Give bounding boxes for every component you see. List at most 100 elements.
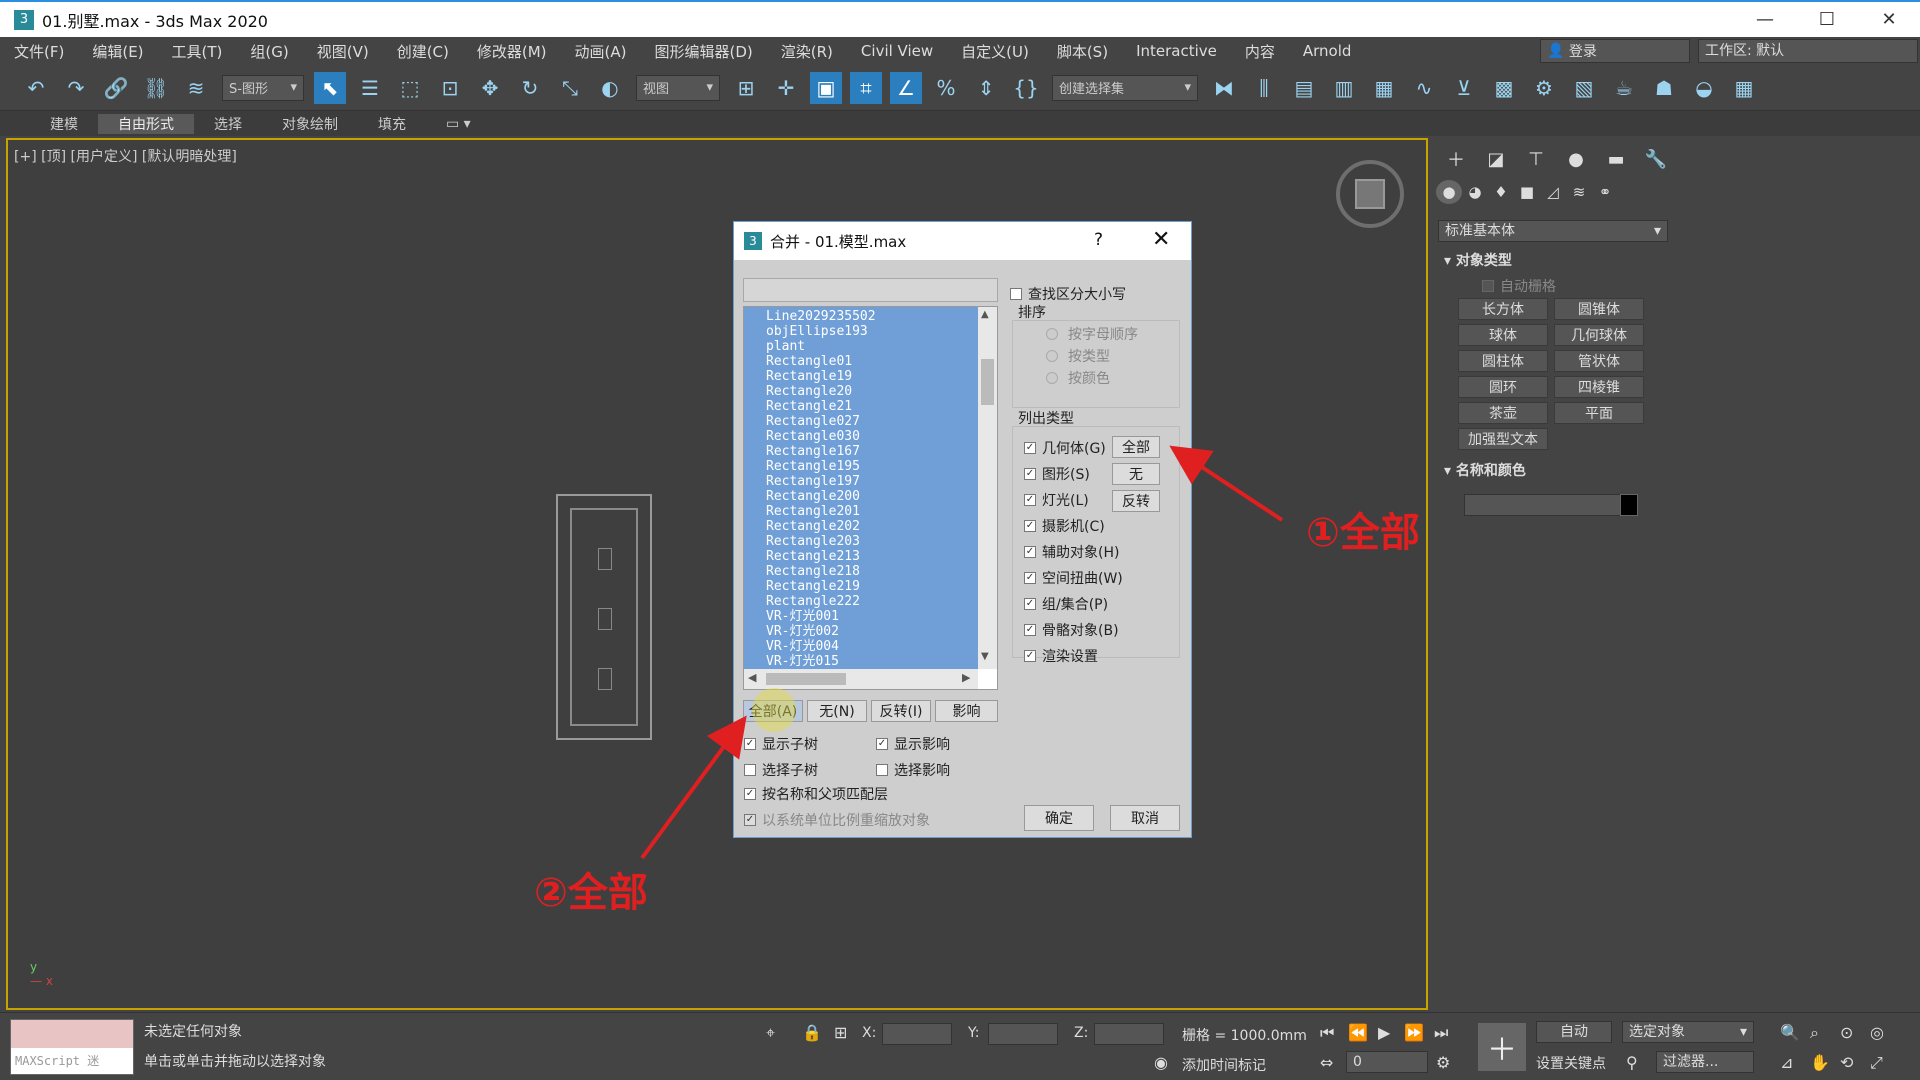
minimize-icon[interactable]: —	[1734, 2, 1796, 37]
scene-explorer-icon[interactable]: ▤	[1288, 72, 1320, 104]
align-icon[interactable]: ⫼	[1248, 72, 1280, 104]
shapes-icon[interactable]: ◕	[1462, 180, 1488, 204]
ribbon-options-icon[interactable]: ▭ ▾	[426, 116, 491, 132]
list-item[interactable]: Rectangle201	[744, 504, 978, 519]
type-geometry-checkbox[interactable]: ✓ 几何体(G)	[1024, 438, 1106, 458]
viewcube[interactable]	[1336, 160, 1404, 228]
cameras-icon[interactable]: ■	[1514, 180, 1540, 204]
select-none-button[interactable]: 无(N)	[807, 700, 867, 722]
list-item[interactable]: plant	[744, 339, 978, 354]
object-color-swatch[interactable]	[1620, 494, 1638, 516]
object-type-rollout[interactable]: ▾ 对象类型	[1438, 250, 1668, 272]
next-frame-icon[interactable]: ⏩	[1404, 1023, 1424, 1042]
key-filters-button[interactable]: 过滤器...	[1656, 1051, 1754, 1073]
display-tab-icon[interactable]: ▬	[1596, 146, 1636, 172]
list-item[interactable]: Rectangle213	[744, 549, 978, 564]
menu-animation[interactable]: 动画(A)	[561, 41, 641, 62]
type-render-settings-checkbox[interactable]: ✓ 渲染设置	[1024, 646, 1098, 666]
keyboard-shortcut-icon[interactable]: ▣	[810, 71, 842, 104]
pan-icon[interactable]: ✋	[1810, 1053, 1830, 1072]
match-layers-checkbox[interactable]: ✓ 按名称和父项匹配层	[744, 784, 888, 804]
unlink-icon[interactable]: ⛓	[140, 72, 172, 104]
type-helpers-checkbox[interactable]: ✓ 辅助对象(H)	[1024, 542, 1119, 562]
prev-frame-icon[interactable]: ⏪	[1348, 1023, 1368, 1042]
menu-group[interactable]: 组(G)	[236, 41, 302, 62]
scroll-right-icon[interactable]: ▶	[962, 671, 970, 684]
y-coord-input[interactable]	[988, 1023, 1058, 1045]
list-vscrollbar[interactable]: ▲ ▼	[978, 307, 997, 669]
play-icon[interactable]: ▶	[1378, 1023, 1390, 1042]
list-item[interactable]: Rectangle222	[744, 594, 978, 609]
maxscript-output[interactable]	[11, 1020, 133, 1048]
select-influences-checkbox[interactable]: 选择影响	[876, 760, 950, 780]
list-item[interactable]: Rectangle030	[744, 429, 978, 444]
pyramid-button[interactable]: 四棱锥	[1554, 376, 1644, 398]
current-frame-input[interactable]: 0	[1346, 1051, 1428, 1073]
curve-editor-icon[interactable]: ∿	[1408, 72, 1440, 104]
list-item[interactable]: Rectangle19	[744, 369, 978, 384]
name-color-rollout[interactable]: ▾ 名称和颜色	[1438, 460, 1668, 482]
login-dropdown[interactable]: 👤 登录	[1540, 39, 1690, 63]
edit-named-sets-icon[interactable]: {}	[1010, 72, 1042, 104]
tab-object-paint[interactable]: 对象绘制	[262, 114, 358, 134]
systems-icon[interactable]: ⚭	[1592, 180, 1618, 204]
sort-by-type-radio[interactable]: 按类型	[1046, 346, 1110, 366]
scroll-down-icon[interactable]: ▼	[981, 651, 989, 662]
geometry-icon[interactable]: ●	[1436, 180, 1462, 204]
spacewarps-icon[interactable]: ≋	[1566, 180, 1592, 204]
tab-freeform[interactable]: 自由形式	[98, 113, 194, 134]
goto-start-icon[interactable]: ⏮	[1320, 1023, 1334, 1043]
scroll-left-icon[interactable]: ◀	[748, 671, 756, 684]
menu-tools[interactable]: 工具(T)	[158, 41, 237, 62]
autogrid-checkbox[interactable]: 自动栅格	[1482, 276, 1556, 296]
menu-rendering[interactable]: 渲染(R)	[767, 41, 847, 62]
teapot-button[interactable]: 茶壶	[1458, 402, 1548, 424]
ribbon-toggle-icon[interactable]: ▦	[1368, 72, 1400, 104]
tab-selection[interactable]: 选择	[194, 114, 262, 134]
workspace-dropdown[interactable]: 工作区: 默认	[1698, 39, 1918, 63]
auto-key-button[interactable]: 自动	[1536, 1021, 1612, 1043]
render-iterative-icon[interactable]: ☗	[1648, 72, 1680, 104]
modify-tab-icon[interactable]: ◪	[1476, 146, 1516, 172]
zoom-extents-icon[interactable]: ⊙	[1840, 1023, 1853, 1042]
dialog-close-icon[interactable]: ✕	[1152, 227, 1170, 252]
add-time-tag[interactable]: 添加时间标记	[1182, 1055, 1266, 1075]
viewport-label[interactable]: [+] [顶] [用户定义] [默认明暗处理]	[14, 146, 237, 166]
close-icon[interactable]: ✕	[1858, 2, 1920, 37]
tab-modeling[interactable]: 建模	[30, 114, 98, 134]
cancel-button[interactable]: 取消	[1110, 805, 1180, 831]
tab-populate[interactable]: 填充	[358, 114, 426, 134]
list-item[interactable]: Rectangle21	[744, 399, 978, 414]
list-item[interactable]: Line2029235502	[744, 309, 978, 324]
type-cameras-checkbox[interactable]: ✓ 摄影机(C)	[1024, 516, 1105, 536]
percent-snap-icon[interactable]: %	[930, 72, 962, 104]
redo-icon[interactable]: ↷	[60, 72, 92, 104]
geosphere-button[interactable]: 几何球体	[1554, 324, 1644, 346]
object-list-items[interactable]: Line2029235502 objEllipse193 plant Rectangl…	[744, 307, 978, 669]
list-item[interactable]: VR-灯光015	[744, 654, 978, 669]
menu-view[interactable]: 视图(V)	[303, 41, 383, 62]
torus-button[interactable]: 圆环	[1458, 376, 1548, 398]
menu-edit[interactable]: 编辑(E)	[78, 41, 157, 62]
layer-explorer-icon[interactable]: ▥	[1328, 72, 1360, 104]
list-item[interactable]: Rectangle197	[744, 474, 978, 489]
textplus-button[interactable]: 加强型文本	[1458, 428, 1548, 450]
list-item[interactable]: objEllipse193	[744, 324, 978, 339]
menu-create[interactable]: 创建(C)	[383, 41, 463, 62]
list-item[interactable]: Rectangle01	[744, 354, 978, 369]
rendered-frame-icon[interactable]: ▧	[1568, 72, 1600, 104]
menu-interactive[interactable]: Interactive	[1122, 42, 1231, 60]
type-bones-checkbox[interactable]: ✓ 骨骼对象(B)	[1024, 620, 1119, 640]
lights-icon[interactable]: ♦	[1488, 180, 1514, 204]
lock-selection-icon[interactable]: 🔒	[802, 1023, 822, 1042]
maxscript-listener[interactable]: MAXScript 迷	[10, 1019, 134, 1075]
select-invert-button[interactable]: 反转(I)	[871, 700, 931, 722]
viewport-top[interactable]: [+] [顶] [用户定义] [默认明暗处理] y — x	[6, 138, 1428, 1010]
selection-filter-dropdown[interactable]: S-图形 ▾	[222, 74, 304, 101]
plane-button[interactable]: 平面	[1554, 402, 1644, 424]
goto-end-icon[interactable]: ⏭	[1434, 1023, 1448, 1043]
scroll-up-icon[interactable]: ▲	[981, 309, 989, 320]
menu-scripting[interactable]: 脚本(S)	[1043, 41, 1122, 62]
vscroll-thumb[interactable]	[981, 359, 994, 405]
angle-snap-icon[interactable]: ∠	[890, 71, 922, 104]
